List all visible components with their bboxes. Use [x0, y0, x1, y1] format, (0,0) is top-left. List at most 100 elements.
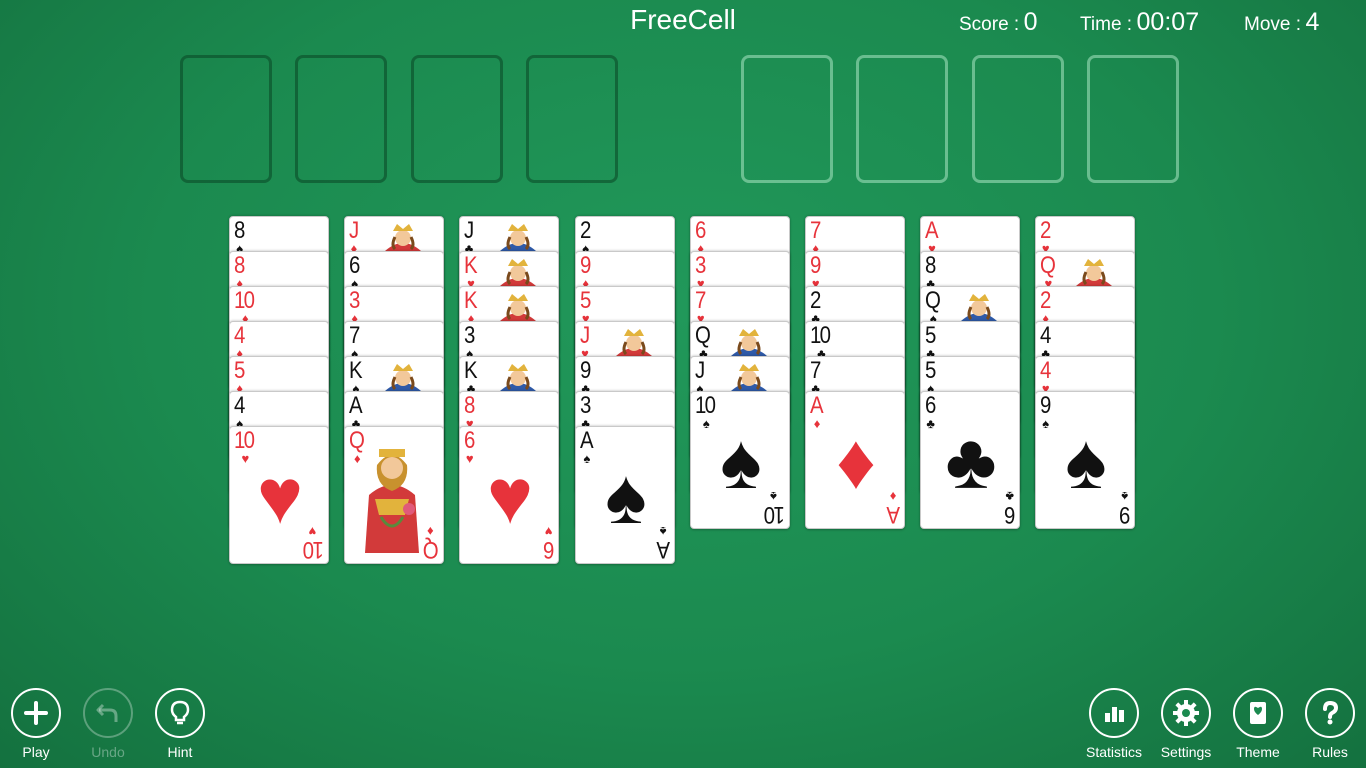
card-corner: 4 ♠: [234, 394, 245, 431]
court-figure-icon: [723, 326, 775, 356]
card[interactable]: 10 ♠ ♠ 10 ♠: [690, 391, 790, 529]
card-corner-bottom: A ♠: [656, 524, 670, 563]
card[interactable]: 6 ♥ ♥ 6 ♥: [459, 426, 559, 564]
spade-pip-icon: ♠: [1065, 417, 1107, 505]
card-rank: 6: [925, 392, 936, 419]
card-corner: J ♥: [580, 322, 590, 361]
rules-button[interactable]: Rules: [1302, 688, 1358, 766]
undo-button[interactable]: Undo: [80, 688, 136, 766]
card-corner: 4 ♦: [234, 322, 245, 361]
card-rank: 7: [349, 322, 360, 349]
court-figure-icon: [377, 361, 429, 391]
card-rank: 5: [580, 287, 591, 314]
card-rank: J: [349, 217, 359, 244]
card-corner: K ♠: [349, 359, 363, 396]
play-button[interactable]: Play: [8, 688, 64, 766]
card-corner: 10 ♦: [234, 289, 257, 326]
card[interactable]: 6 ♣ ♣ 6 ♣: [920, 391, 1020, 529]
card-rank: 9: [580, 252, 591, 279]
court-figure-icon: [359, 435, 425, 557]
card-corner: K ♦: [464, 289, 478, 326]
card-corner-bottom: 6 ♣: [1004, 489, 1015, 528]
free-cell-4[interactable]: [526, 55, 618, 183]
card[interactable]: A ♠ ♠ A ♠: [575, 426, 675, 564]
card-corner-bottom: 9 ♠: [1119, 489, 1130, 528]
card-corner: K ♣: [464, 359, 478, 396]
card-corner: 7 ♠: [349, 322, 360, 361]
card-corner: 7 ♦: [810, 219, 821, 256]
card-rank: 3: [464, 322, 475, 349]
card-corner: 6 ♦: [695, 219, 706, 256]
card-rank: 2: [580, 217, 591, 244]
theme-button[interactable]: Theme: [1230, 688, 1286, 766]
court-figure-icon: [492, 256, 544, 286]
card-corner: 3 ♥: [695, 254, 706, 291]
lightbulb-icon: [155, 688, 205, 738]
card-corner-bottom: 10 ♠: [762, 489, 785, 528]
card[interactable]: 10 ♥ ♥ 10 ♥: [229, 426, 329, 564]
court-figure-icon: [723, 361, 775, 391]
plus-icon: [11, 688, 61, 738]
card[interactable]: 9 ♠ ♠ 9 ♠: [1035, 391, 1135, 529]
card-rank: 2: [1040, 217, 1051, 244]
time-value: 00:07: [1136, 8, 1200, 36]
card[interactable]: Q ♦ Q ♦: [344, 426, 444, 564]
hint-button[interactable]: Hint: [152, 688, 208, 766]
card-corner: 9 ♥: [810, 252, 821, 291]
card-corner: 9 ♣: [580, 359, 591, 396]
card-rank: 8: [234, 252, 245, 279]
card-corner: J ♦: [349, 217, 359, 256]
court-figure-icon: [953, 291, 1005, 321]
card-corner: K ♥: [464, 254, 478, 291]
rules-button-label: Rules: [1312, 744, 1348, 760]
card-rank: A: [810, 392, 824, 419]
card-rank: A: [925, 217, 939, 244]
card-corner: 2 ♠: [580, 217, 591, 256]
foundation-2[interactable]: [856, 55, 948, 183]
foundation-3[interactable]: [972, 55, 1064, 183]
court-figure-icon: [1068, 256, 1120, 286]
foundation-1[interactable]: [741, 55, 833, 183]
theme-button-label: Theme: [1236, 744, 1280, 760]
play-button-label: Play: [22, 744, 50, 760]
card-rank: Q: [695, 322, 711, 349]
card-rank: 9: [810, 252, 821, 279]
card-rank: A: [349, 392, 363, 419]
card-rank: 10: [304, 536, 324, 563]
free-cell-2[interactable]: [295, 55, 387, 183]
card-corner: 8 ♦: [234, 252, 245, 291]
card-rank: 9: [1120, 501, 1130, 528]
card-corner: Q ♣: [695, 322, 712, 361]
move-value: 4: [1305, 8, 1320, 36]
score-value: 0: [1023, 8, 1038, 36]
card-corner: 8 ♣: [925, 254, 936, 291]
statistics-button[interactable]: Statistics: [1086, 688, 1142, 766]
card-rank: 6: [544, 536, 554, 563]
free-cell-3[interactable]: [411, 55, 503, 183]
court-figure-icon: [377, 221, 429, 251]
card-rank: Q: [349, 427, 365, 454]
card-corner: 5 ♠: [925, 359, 936, 396]
card-corner: 7 ♥: [695, 289, 706, 326]
undo-arrow-icon: [83, 688, 133, 738]
card-rank: 10: [810, 322, 831, 349]
card-rank: 5: [925, 322, 936, 349]
card-rank: 6: [1005, 501, 1015, 528]
hint-button-label: Hint: [167, 744, 193, 760]
card-rank: 10: [695, 392, 716, 419]
free-cell-1[interactable]: [180, 55, 272, 183]
card-rank: 2: [810, 287, 821, 314]
card-corner: J ♠: [695, 359, 705, 396]
card-corner: A ♣: [349, 392, 363, 431]
card-corner: Q ♦: [349, 427, 366, 466]
card-rank: 6: [349, 252, 360, 279]
card-rank: A: [888, 501, 900, 528]
card-rank: 4: [234, 322, 245, 349]
foundation-4[interactable]: [1087, 55, 1179, 183]
card[interactable]: A ♦ ♦ A ♦: [805, 391, 905, 529]
gear-icon: [1161, 688, 1211, 738]
settings-button[interactable]: Settings: [1158, 688, 1214, 766]
card-rank: 8: [234, 217, 245, 244]
card-rank: J: [580, 322, 590, 349]
statistics-button-label: Statistics: [1086, 744, 1143, 760]
